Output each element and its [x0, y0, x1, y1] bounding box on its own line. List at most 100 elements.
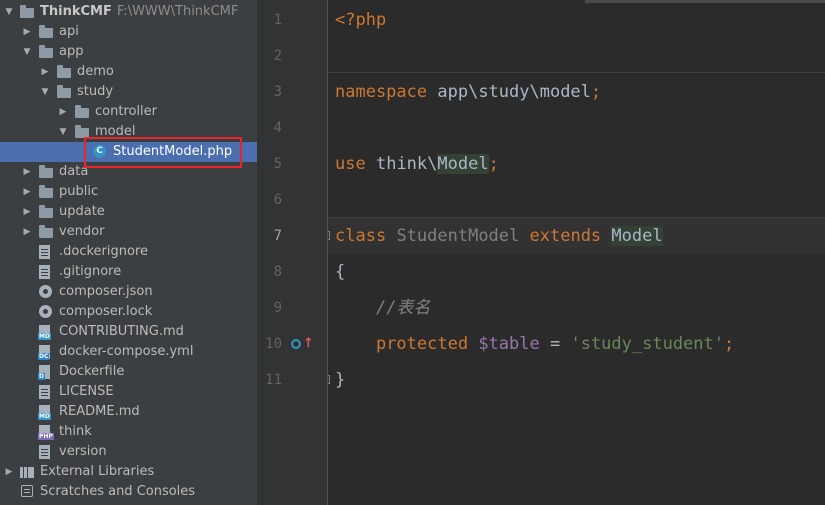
- chevron-right-icon[interactable]: ▶: [3, 462, 15, 482]
- tree-external-libraries[interactable]: ▶ External Libraries: [0, 462, 257, 482]
- config-file-icon: [39, 305, 52, 318]
- chevron-right-icon[interactable]: ▶: [21, 22, 33, 42]
- method-separator: [328, 72, 825, 73]
- file-type-badge: DC: [38, 353, 50, 360]
- tree-item-label: public: [59, 184, 99, 199]
- tree-item[interactable]: composer.json: [0, 282, 257, 302]
- line-number: 9: [273, 300, 282, 316]
- tree-root[interactable]: ▼ ThinkCMF F:\WWW\ThinkCMF: [0, 2, 257, 22]
- tree-item-label: .gitignore: [59, 264, 122, 279]
- code-line-3[interactable]: namespace app\study\model;: [335, 74, 601, 110]
- chevron-right-icon[interactable]: ▶: [21, 222, 33, 242]
- highlight-box: [84, 137, 242, 168]
- chevron-right-icon[interactable]: ▶: [57, 102, 69, 122]
- string-literal: 'study_student': [570, 334, 724, 354]
- chevron-down-icon[interactable]: ▼: [3, 2, 15, 22]
- php-file-icon: PHP: [38, 425, 54, 440]
- tree-item[interactable]: ▼ app: [0, 42, 257, 62]
- folder-icon: [39, 25, 53, 38]
- line-number-gutter: 1 2 3 4 5 6 7 8 9 10 11: [257, 0, 352, 505]
- chevron-down-icon[interactable]: ▼: [57, 122, 69, 142]
- docker-file-icon: D: [38, 365, 50, 380]
- project-tree-panel[interactable]: ▼ ThinkCMF F:\WWW\ThinkCMF ▶ api ▼ app ▶ demo ▼…: [0, 0, 257, 505]
- code-line-9[interactable]: //表名: [335, 290, 430, 326]
- tree-item[interactable]: LICENSE: [0, 382, 257, 402]
- tree-item[interactable]: ▶ demo: [0, 62, 257, 82]
- tree-item-label: External Libraries: [40, 464, 155, 479]
- php-open-tag: <?php: [335, 10, 387, 30]
- folder-icon: [20, 5, 34, 18]
- markdown-file-icon: MD: [38, 325, 51, 340]
- tree-item[interactable]: MD README.md: [0, 402, 257, 422]
- tree-item-label: LICENSE: [59, 384, 114, 399]
- tree-item[interactable]: D Dockerfile: [0, 362, 257, 382]
- tree-item[interactable]: composer.lock: [0, 302, 257, 322]
- tree-item[interactable]: ▶ public: [0, 182, 257, 202]
- keyword: class: [335, 226, 387, 246]
- tree-item-label: composer.lock: [59, 304, 153, 319]
- class-name: StudentModel: [396, 226, 520, 246]
- code-line-5[interactable]: use think\Model;: [335, 146, 499, 182]
- tree-item-label: vendor: [59, 224, 105, 239]
- semicolon: ;: [488, 154, 499, 174]
- tree-item[interactable]: .dockerignore: [0, 242, 257, 262]
- file-icon: [39, 265, 50, 279]
- folder-icon: [75, 105, 89, 118]
- code-line-8[interactable]: {: [335, 254, 345, 290]
- tree-item[interactable]: version: [0, 442, 257, 462]
- namespace-name: think\: [375, 154, 438, 174]
- folder-icon: [39, 45, 53, 58]
- class-reference: Model: [611, 226, 663, 246]
- tree-item-label: .dockerignore: [59, 244, 149, 259]
- tree-item[interactable]: PHP think: [0, 422, 257, 442]
- folder-icon: [39, 165, 53, 178]
- tree-item[interactable]: .gitignore: [0, 262, 257, 282]
- editor-scrollbar[interactable]: [585, 0, 825, 3]
- tree-item[interactable]: ▶ update: [0, 202, 257, 222]
- line-number: 2: [273, 48, 282, 64]
- chevron-right-icon[interactable]: ▶: [21, 182, 33, 202]
- tree-scratches[interactable]: Scratches and Consoles: [0, 482, 257, 502]
- tree-item-label: Scratches and Consoles: [40, 484, 196, 499]
- namespace-name: app\study\model: [437, 82, 591, 102]
- folder-icon: [39, 205, 53, 218]
- keyword: protected: [375, 334, 469, 354]
- code-editor[interactable]: <?php namespace app\study\model; use thi…: [328, 0, 825, 505]
- chevron-down-icon[interactable]: ▼: [39, 82, 51, 102]
- code-line-7[interactable]: class StudentModel extends Model: [335, 218, 663, 254]
- line-number: 1: [273, 12, 282, 28]
- code-line-1[interactable]: <?php: [335, 2, 386, 38]
- line-number: 11: [265, 372, 282, 388]
- tree-item[interactable]: MD CONTRIBUTING.md: [0, 322, 257, 342]
- code-line-10[interactable]: protected $table = 'study_student';: [335, 326, 734, 362]
- tree-item[interactable]: DC docker-compose.yml: [0, 342, 257, 362]
- chevron-right-icon[interactable]: ▶: [21, 162, 33, 182]
- class-reference: Model: [437, 154, 489, 174]
- overrides-method-icon[interactable]: ↑: [291, 337, 314, 351]
- keyword: extends: [529, 226, 602, 246]
- line-number: 5: [273, 156, 282, 172]
- tree-item[interactable]: ▶ controller: [0, 102, 257, 122]
- folder-icon: [39, 225, 53, 238]
- tree-item-label: version: [59, 444, 107, 459]
- tree-item-label: controller: [95, 104, 158, 119]
- fold-icon[interactable]: [328, 375, 330, 384]
- tree-item[interactable]: ▶ api: [0, 22, 257, 42]
- chevron-right-icon[interactable]: ▶: [21, 202, 33, 222]
- tree-item-label: api: [59, 24, 79, 39]
- line-number: 6: [273, 192, 282, 208]
- line-number: 3: [273, 84, 282, 100]
- folder-icon: [39, 185, 53, 198]
- tree-item-label: docker-compose.yml: [59, 344, 194, 359]
- chevron-down-icon[interactable]: ▼: [21, 42, 33, 62]
- docker-compose-file-icon: DC: [38, 345, 50, 360]
- tree-item[interactable]: ▶ vendor: [0, 222, 257, 242]
- file-icon: [39, 445, 50, 459]
- keyword: namespace: [335, 82, 428, 102]
- tree-item[interactable]: ▼ study: [0, 82, 257, 102]
- line-number: 10: [265, 336, 282, 352]
- fold-icon[interactable]: [328, 231, 330, 240]
- chevron-right-icon[interactable]: ▶: [39, 62, 51, 82]
- comment: //表名: [375, 298, 431, 318]
- code-line-11[interactable]: }: [335, 362, 345, 398]
